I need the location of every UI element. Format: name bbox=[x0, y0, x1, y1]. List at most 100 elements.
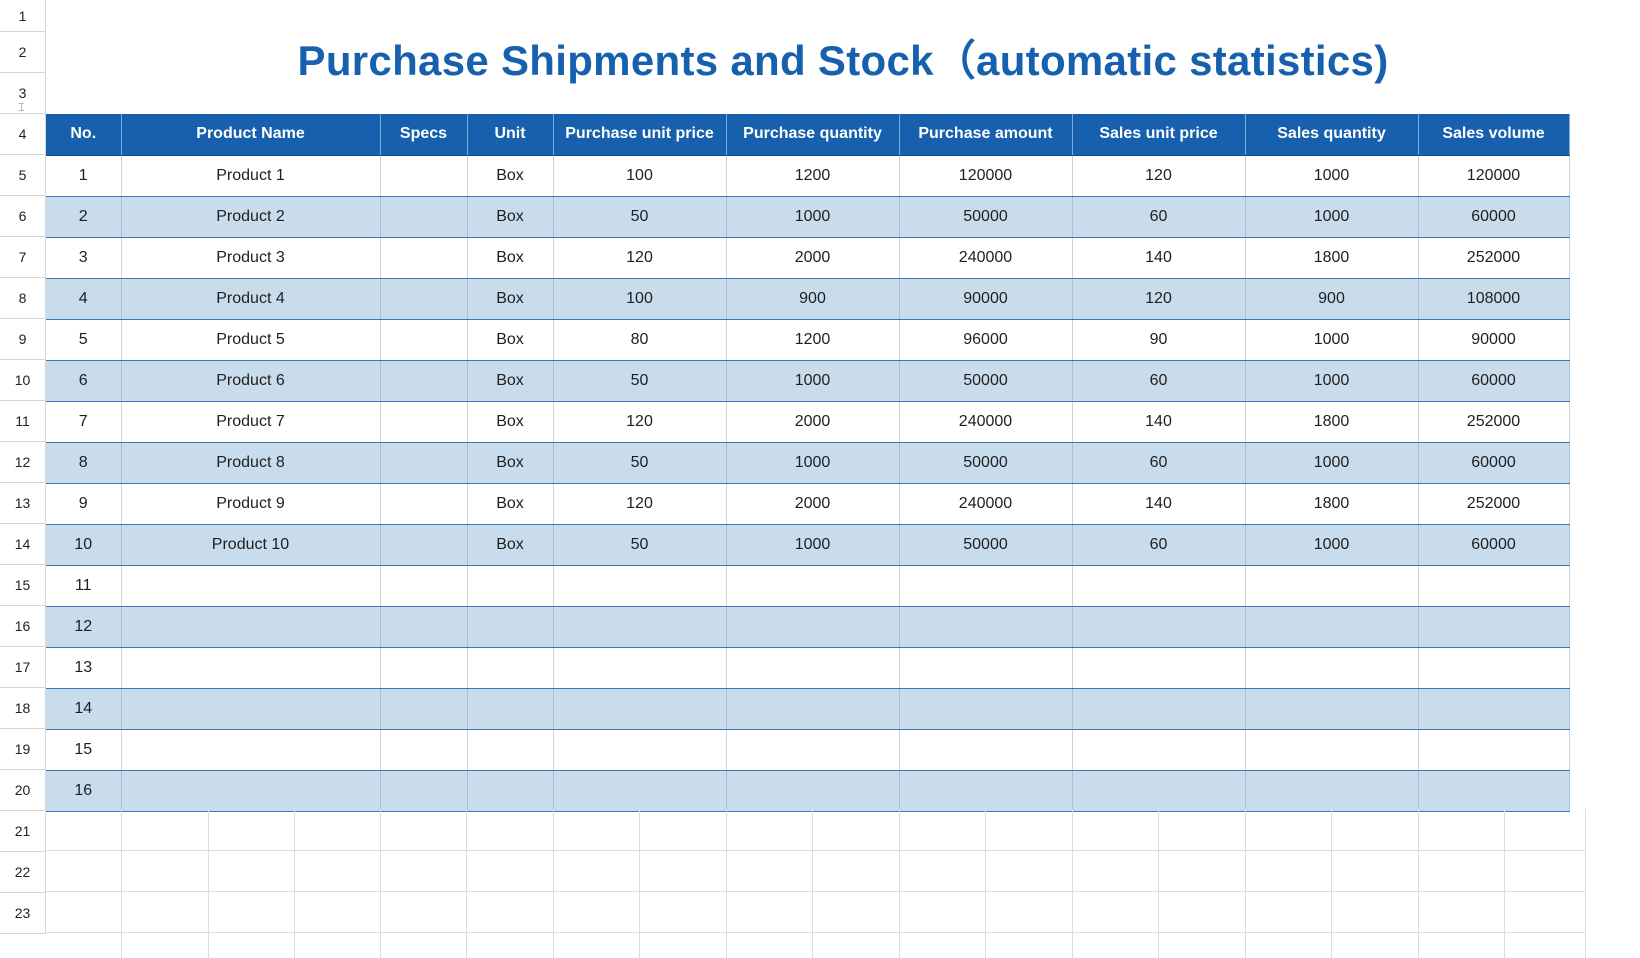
row-header[interactable]: 13 bbox=[0, 483, 46, 524]
table-cell[interactable]: 90 bbox=[1072, 319, 1246, 361]
table-cell[interactable]: Product 4 bbox=[121, 278, 381, 320]
empty-cell[interactable] bbox=[121, 891, 209, 933]
empty-cell[interactable] bbox=[1158, 891, 1246, 933]
table-cell[interactable]: 140 bbox=[1072, 237, 1246, 279]
row-header[interactable]: 4 bbox=[0, 114, 46, 155]
table-cell[interactable]: 900 bbox=[1245, 278, 1419, 320]
table-cell[interactable]: 1000 bbox=[1245, 319, 1419, 361]
table-cell[interactable] bbox=[726, 647, 900, 689]
table-cell[interactable] bbox=[726, 688, 900, 730]
table-cell[interactable] bbox=[467, 606, 554, 648]
table-cell[interactable]: 140 bbox=[1072, 401, 1246, 443]
table-cell[interactable] bbox=[467, 565, 554, 607]
empty-cell[interactable] bbox=[639, 932, 727, 958]
column-header[interactable]: Purchase quantity bbox=[726, 114, 900, 156]
table-cell[interactable]: Box bbox=[467, 483, 554, 525]
table-cell[interactable] bbox=[380, 360, 468, 402]
table-cell[interactable] bbox=[899, 565, 1073, 607]
table-cell[interactable]: 50 bbox=[553, 524, 727, 566]
empty-cell[interactable] bbox=[726, 932, 813, 958]
table-cell[interactable]: 900 bbox=[726, 278, 900, 320]
table-cell[interactable]: 2000 bbox=[726, 401, 900, 443]
table-cell[interactable] bbox=[1245, 688, 1419, 730]
table-cell[interactable]: 4 bbox=[46, 278, 122, 320]
table-cell[interactable]: 2000 bbox=[726, 237, 900, 279]
table-cell[interactable]: 1000 bbox=[1245, 524, 1419, 566]
row-header[interactable]: 9 bbox=[0, 319, 46, 360]
row-header[interactable]: 12 bbox=[0, 442, 46, 483]
table-cell[interactable]: 1000 bbox=[726, 196, 900, 238]
empty-cell[interactable] bbox=[985, 932, 1073, 958]
empty-cell[interactable] bbox=[1418, 932, 1505, 958]
table-cell[interactable]: 12 bbox=[46, 606, 122, 648]
table-cell[interactable] bbox=[380, 483, 468, 525]
table-cell[interactable]: 1800 bbox=[1245, 237, 1419, 279]
empty-cell[interactable] bbox=[1245, 891, 1332, 933]
empty-cell[interactable] bbox=[726, 891, 813, 933]
table-cell[interactable] bbox=[899, 647, 1073, 689]
column-header[interactable]: Specs bbox=[380, 114, 468, 156]
table-cell[interactable]: 15 bbox=[46, 729, 122, 771]
empty-cell[interactable] bbox=[380, 932, 467, 958]
table-cell[interactable] bbox=[380, 729, 468, 771]
table-cell[interactable]: 60 bbox=[1072, 196, 1246, 238]
table-cell[interactable]: 1200 bbox=[726, 319, 900, 361]
row-header[interactable]: 16 bbox=[0, 606, 46, 647]
empty-cell[interactable] bbox=[121, 809, 209, 851]
table-cell[interactable]: Product 7 bbox=[121, 401, 381, 443]
table-cell[interactable]: 60 bbox=[1072, 360, 1246, 402]
empty-cell[interactable] bbox=[726, 850, 813, 892]
table-cell[interactable] bbox=[121, 565, 381, 607]
empty-cell[interactable] bbox=[553, 891, 640, 933]
empty-cell[interactable] bbox=[121, 850, 209, 892]
row-header[interactable]: 7 bbox=[0, 237, 46, 278]
table-cell[interactable]: 50000 bbox=[899, 360, 1073, 402]
column-header[interactable]: Sales unit price bbox=[1072, 114, 1246, 156]
table-cell[interactable]: 8 bbox=[46, 442, 122, 484]
empty-cell[interactable] bbox=[121, 932, 209, 958]
table-cell[interactable] bbox=[1418, 770, 1570, 812]
table-cell[interactable] bbox=[1418, 647, 1570, 689]
table-cell[interactable] bbox=[380, 688, 468, 730]
empty-cell[interactable] bbox=[553, 850, 640, 892]
table-cell[interactable] bbox=[553, 647, 727, 689]
table-cell[interactable]: 1000 bbox=[1245, 155, 1419, 197]
table-cell[interactable]: 80 bbox=[553, 319, 727, 361]
table-cell[interactable] bbox=[380, 565, 468, 607]
table-cell[interactable] bbox=[1245, 606, 1419, 648]
table-cell[interactable] bbox=[1072, 688, 1246, 730]
table-cell[interactable]: 96000 bbox=[899, 319, 1073, 361]
table-cell[interactable]: Product 2 bbox=[121, 196, 381, 238]
column-header[interactable]: Purchase unit price bbox=[553, 114, 727, 156]
empty-cell[interactable] bbox=[1245, 809, 1332, 851]
table-cell[interactable]: 240000 bbox=[899, 483, 1073, 525]
column-header[interactable]: Purchase amount bbox=[899, 114, 1073, 156]
empty-cell[interactable] bbox=[46, 809, 122, 851]
empty-cell[interactable] bbox=[639, 850, 727, 892]
table-cell[interactable] bbox=[899, 606, 1073, 648]
row-header[interactable]: 22 bbox=[0, 852, 46, 893]
table-cell[interactable]: Box bbox=[467, 442, 554, 484]
empty-cell[interactable] bbox=[1158, 932, 1246, 958]
empty-cell[interactable] bbox=[466, 850, 554, 892]
empty-cell[interactable] bbox=[1072, 809, 1159, 851]
table-cell[interactable]: Product 10 bbox=[121, 524, 381, 566]
table-cell[interactable] bbox=[121, 770, 381, 812]
empty-cell[interactable] bbox=[380, 850, 467, 892]
empty-cell[interactable] bbox=[294, 850, 381, 892]
table-cell[interactable] bbox=[467, 729, 554, 771]
table-cell[interactable]: 16 bbox=[46, 770, 122, 812]
row-header[interactable]: 14 bbox=[0, 524, 46, 565]
empty-cell[interactable] bbox=[899, 932, 986, 958]
table-cell[interactable] bbox=[899, 729, 1073, 771]
row-header[interactable]: 15 bbox=[0, 565, 46, 606]
table-cell[interactable]: 252000 bbox=[1418, 483, 1570, 525]
table-cell[interactable]: 10 bbox=[46, 524, 122, 566]
table-cell[interactable] bbox=[1418, 688, 1570, 730]
table-cell[interactable]: 50000 bbox=[899, 196, 1073, 238]
table-cell[interactable]: Product 6 bbox=[121, 360, 381, 402]
empty-cell[interactable] bbox=[1418, 809, 1505, 851]
table-cell[interactable]: 50 bbox=[553, 442, 727, 484]
table-cell[interactable]: 240000 bbox=[899, 237, 1073, 279]
row-header[interactable]: 23 bbox=[0, 893, 46, 934]
